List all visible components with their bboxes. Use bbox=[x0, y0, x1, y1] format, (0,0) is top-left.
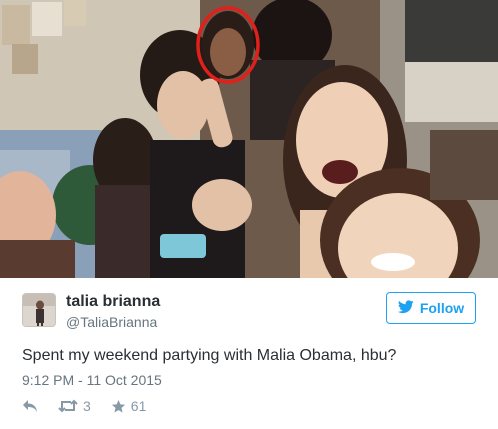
retweet-button[interactable]: 3 bbox=[58, 398, 91, 414]
like-count: 61 bbox=[130, 398, 147, 414]
star-icon bbox=[111, 399, 126, 414]
tweet-text: Spent my weekend partying with Malia Oba… bbox=[22, 347, 397, 364]
reply-button[interactable] bbox=[22, 399, 38, 413]
retweet-count: 3 bbox=[83, 398, 91, 414]
tweet-photo[interactable] bbox=[0, 0, 498, 278]
twitter-bird-icon bbox=[397, 299, 414, 317]
follow-button[interactable]: Follow bbox=[386, 292, 476, 324]
follow-button-label: Follow bbox=[419, 300, 465, 316]
avatar[interactable] bbox=[22, 293, 56, 327]
retweet-icon bbox=[58, 399, 78, 413]
avatar-image bbox=[23, 294, 55, 326]
tweet-actions: 3 61 bbox=[22, 396, 166, 416]
user-handle[interactable]: @TaliaBrianna bbox=[66, 314, 157, 330]
like-button[interactable]: 61 bbox=[111, 398, 147, 414]
reply-icon bbox=[22, 399, 38, 413]
tweet-timestamp[interactable]: 9:12 PM - 11 Oct 2015 bbox=[22, 372, 162, 388]
display-name[interactable]: talia brianna bbox=[66, 293, 160, 311]
